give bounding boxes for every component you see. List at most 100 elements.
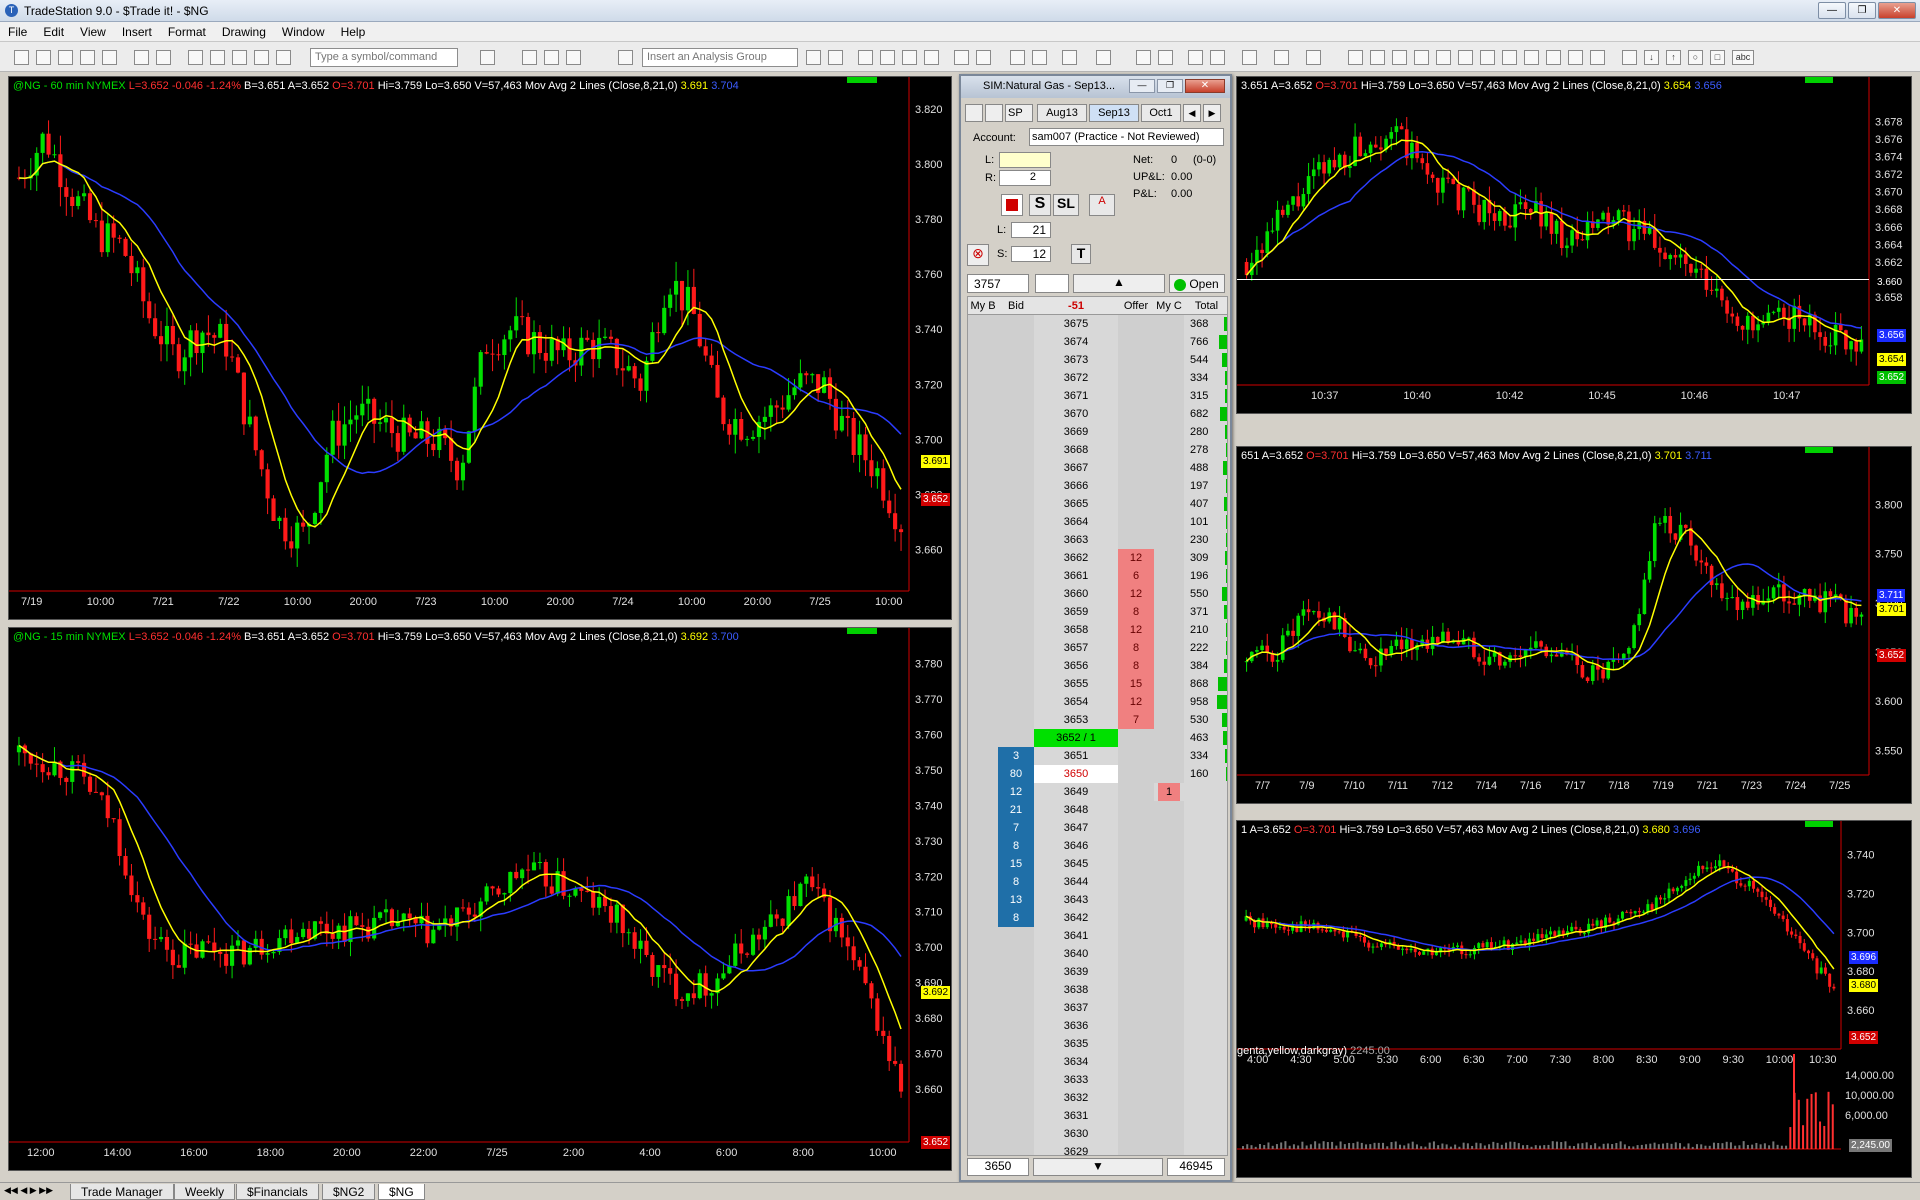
account-select[interactable]: sam007 (Practice - Not Reviewed) [1029, 128, 1224, 146]
radar-icon[interactable] [880, 50, 895, 65]
ladder-row[interactable]: 3660 12 550 [968, 585, 1227, 603]
my-bid-cell[interactable] [968, 639, 998, 657]
offer-cell[interactable] [1118, 909, 1154, 927]
price-cell[interactable]: 3665 [1034, 495, 1118, 513]
folder-icon[interactable] [102, 50, 117, 65]
maximize-button[interactable]: ❐ [1848, 2, 1876, 19]
offer-cell[interactable] [1118, 333, 1154, 351]
menu-view[interactable]: View [72, 22, 114, 39]
candle-icon[interactable] [976, 50, 991, 65]
my-bid-cell[interactable] [968, 333, 998, 351]
rectangle-icon[interactable]: □ [1710, 50, 1725, 65]
bid-cell[interactable] [998, 315, 1034, 333]
speed-line-icon[interactable] [1524, 50, 1539, 65]
my-offer-cell[interactable] [1154, 477, 1184, 495]
channel-icon[interactable] [1414, 50, 1429, 65]
total-cell[interactable] [1184, 837, 1227, 855]
my-offer-cell[interactable] [1154, 747, 1184, 765]
my-bid-cell[interactable] [968, 369, 998, 387]
price-cell[interactable]: 3672 [1034, 369, 1118, 387]
bar-type-icon[interactable] [954, 50, 969, 65]
total-cell[interactable] [1184, 945, 1227, 963]
total-cell[interactable] [1184, 1107, 1227, 1125]
my-offer-cell[interactable] [1154, 333, 1184, 351]
cancel-all-icon[interactable]: ⊗ [967, 244, 989, 266]
offer-cell[interactable] [1118, 423, 1154, 441]
total-cell[interactable]: 766 [1184, 333, 1227, 351]
my-bid-cell[interactable] [968, 405, 998, 423]
my-bid-cell[interactable] [968, 441, 998, 459]
offer-cell[interactable]: 12 [1118, 549, 1154, 567]
my-offer-cell[interactable] [1154, 369, 1184, 387]
my-bid-cell[interactable] [968, 531, 998, 549]
bid-cell[interactable] [998, 387, 1034, 405]
ladder-row[interactable]: 3658 12 210 [968, 621, 1227, 639]
strategy-icon[interactable] [828, 50, 843, 65]
total-cell[interactable] [1184, 891, 1227, 909]
total-cell[interactable]: 315 [1184, 387, 1227, 405]
my-offer-cell[interactable] [1154, 1017, 1184, 1035]
flatten-icon[interactable] [1001, 194, 1023, 216]
ladder-row[interactable]: 3657 8 222 [968, 639, 1227, 657]
offer-cell[interactable] [1118, 945, 1154, 963]
offer-cell[interactable] [1118, 729, 1154, 747]
ladder-row[interactable]: 12 3649 1 [968, 783, 1227, 801]
offer-cell[interactable] [1118, 477, 1154, 495]
tab-ng2[interactable]: $NG2 [322, 1184, 376, 1200]
price-cell[interactable]: 3647 [1034, 819, 1118, 837]
my-offer-cell[interactable] [1154, 693, 1184, 711]
chart-daily[interactable]: 651 A=3.652 O=3.701 Hi=3.759 Lo=3.650 V=… [1236, 446, 1912, 804]
save-icon[interactable] [58, 50, 73, 65]
ladder-row[interactable]: 13 3643 [968, 891, 1227, 909]
data-icon[interactable] [1062, 50, 1077, 65]
chart-icon[interactable] [522, 50, 537, 65]
my-offer-cell[interactable] [1154, 657, 1184, 675]
price-cell[interactable]: 3666 [1034, 477, 1118, 495]
offer-cell[interactable]: 6 [1118, 567, 1154, 585]
offer-cell[interactable] [1118, 369, 1154, 387]
bid-cell[interactable] [998, 495, 1034, 513]
trendline-icon[interactable] [1348, 50, 1363, 65]
ladder-row[interactable]: 3637 [968, 999, 1227, 1017]
my-offer-cell[interactable] [1154, 1053, 1184, 1071]
my-bid-cell[interactable] [968, 675, 998, 693]
price-cell[interactable]: 3671 [1034, 387, 1118, 405]
bid-cell[interactable]: 3 [998, 747, 1034, 765]
price-cell[interactable]: 3640 [1034, 945, 1118, 963]
ladder-row[interactable]: 15 3645 [968, 855, 1227, 873]
my-bid-cell[interactable] [968, 477, 998, 495]
price-cell[interactable]: 3633 [1034, 1071, 1118, 1089]
my-bid-cell[interactable] [968, 351, 998, 369]
format-icon[interactable] [1306, 50, 1321, 65]
pen-icon[interactable] [1590, 50, 1605, 65]
my-offer-cell[interactable] [1154, 513, 1184, 531]
my-offer-cell[interactable] [1154, 1071, 1184, 1089]
price-cell[interactable]: 3629 [1034, 1143, 1118, 1155]
my-bid-cell[interactable] [968, 1053, 998, 1071]
offer-cell[interactable] [1118, 387, 1154, 405]
center-icon[interactable] [1035, 274, 1069, 293]
line-chart-icon[interactable] [1032, 50, 1047, 65]
total-cell[interactable] [1184, 1143, 1227, 1155]
props-icon[interactable] [1274, 50, 1289, 65]
total-cell[interactable] [1184, 1125, 1227, 1143]
my-bid-cell[interactable] [968, 873, 998, 891]
offer-cell[interactable] [1118, 1089, 1154, 1107]
tab-weekly[interactable]: Weekly [174, 1184, 236, 1200]
my-offer-cell[interactable] [1154, 351, 1184, 369]
globe-icon[interactable] [276, 50, 291, 65]
my-bid-cell[interactable] [968, 891, 998, 909]
last-price-field[interactable]: 3757 [967, 274, 1029, 293]
offer-cell[interactable] [1118, 351, 1154, 369]
my-bid-cell[interactable] [968, 1107, 998, 1125]
total-cell[interactable] [1184, 963, 1227, 981]
new-icon[interactable] [14, 50, 29, 65]
ladder-row[interactable]: 3669 280 [968, 423, 1227, 441]
price-cell[interactable]: 3646 [1034, 837, 1118, 855]
month-tab-aug13[interactable]: Aug13 [1037, 104, 1087, 122]
analysis-group-input[interactable]: Insert an Analysis Group [642, 48, 798, 67]
price-cell[interactable]: 3637 [1034, 999, 1118, 1017]
ladder-row[interactable]: 3667 488 [968, 459, 1227, 477]
ladder-row[interactable]: 3633 [968, 1071, 1227, 1089]
buy-arrow-icon[interactable]: ↑ [1666, 50, 1681, 65]
